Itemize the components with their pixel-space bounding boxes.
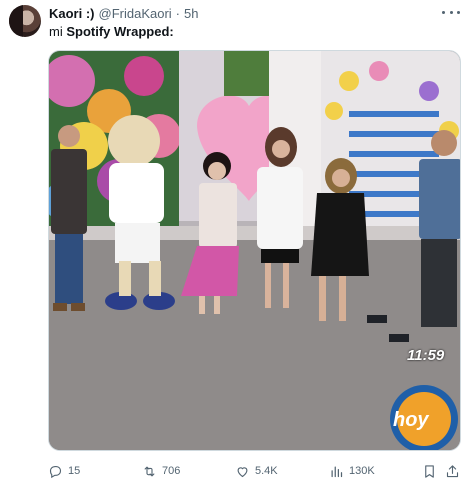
share-button[interactable] bbox=[445, 464, 460, 479]
tweet-text: mi Spotify Wrapped: bbox=[49, 24, 174, 40]
views-count: 130K bbox=[349, 465, 375, 477]
tv-studio-photo: hoy bbox=[49, 51, 460, 450]
views-button[interactable]: 130K bbox=[329, 464, 375, 479]
retweet-button[interactable]: 706 bbox=[142, 464, 180, 479]
reply-icon bbox=[49, 465, 62, 478]
bookmark-button[interactable] bbox=[422, 464, 437, 479]
reply-button[interactable]: 15 bbox=[48, 464, 80, 479]
retweet-icon bbox=[144, 466, 155, 476]
like-count: 5.4K bbox=[255, 465, 278, 477]
author-handle[interactable]: @FridaKaori bbox=[99, 6, 172, 21]
broadcast-clock: 11:59 bbox=[407, 347, 445, 364]
tweet-actions: 15 706 5.4K 130K bbox=[48, 462, 461, 480]
separator: · bbox=[175, 5, 181, 21]
views-icon bbox=[331, 466, 343, 477]
more-icon[interactable] bbox=[442, 6, 460, 18]
like-button[interactable]: 5.4K bbox=[235, 464, 278, 479]
like-icon bbox=[237, 466, 248, 477]
svg-text:hoy: hoy bbox=[393, 409, 429, 431]
reply-count: 15 bbox=[68, 465, 81, 477]
tweet-text-bold: Spotify Wrapped: bbox=[66, 24, 174, 39]
retweet-count: 706 bbox=[162, 465, 181, 477]
tweet: Kaori :) @FridaKaori · 5h mi Spotify Wra… bbox=[0, 0, 472, 489]
timestamp[interactable]: 5h bbox=[184, 6, 198, 21]
bookmark-icon bbox=[425, 464, 434, 478]
author-name[interactable]: Kaori :) bbox=[49, 6, 95, 21]
tweet-text-prefix: mi bbox=[49, 24, 63, 39]
tweet-photo[interactable]: hoy 11:59 bbox=[48, 50, 461, 451]
avatar[interactable] bbox=[9, 5, 41, 37]
tweet-header: Kaori :) @FridaKaori · 5h bbox=[49, 5, 198, 21]
share-icon bbox=[446, 464, 459, 477]
